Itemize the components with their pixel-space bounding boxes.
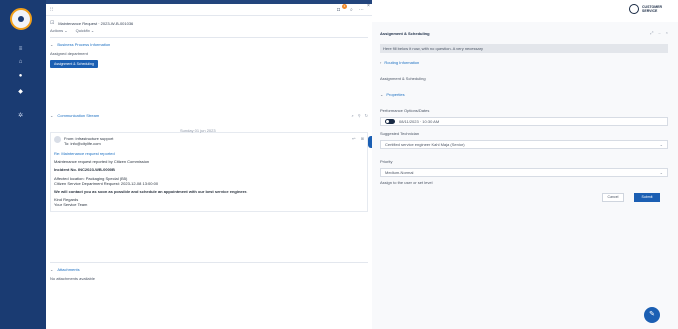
more-icon[interactable]: ⋯ <box>359 7 364 13</box>
person-icon[interactable]: ● <box>17 73 24 79</box>
quickfix-menu[interactable]: Quickfix ⌄ <box>76 28 95 33</box>
filter-icon[interactable]: ⚲ <box>358 113 361 118</box>
brand-logo: CUSTOMER SERVICE <box>629 4 662 14</box>
search-icon[interactable]: ⌕ <box>351 113 353 118</box>
date-field[interactable]: 08/11/2023 · 10:30 AM <box>380 117 668 126</box>
hint-text: Assign to the user or set level <box>380 180 433 185</box>
top-bar: ⁝⁝ <box>46 4 372 16</box>
email-item[interactable]: From: infrastructure support To: info@ci… <box>50 132 368 212</box>
nav-rail: ≡ ⌂ ● ◆ ✲ <box>0 0 46 329</box>
breadcrumb: ⊡ Maintenance Request · 2023-W-B-001036 <box>50 20 368 26</box>
section-title: Routing Information <box>384 60 420 65</box>
priority-select[interactable]: Medium-Normal ⌄ <box>380 168 668 177</box>
date-value: 08/11/2023 · 10:30 AM <box>399 119 440 124</box>
chevron-down-icon: ⌄ <box>380 92 384 97</box>
cancel-button[interactable]: Cancel <box>602 193 624 202</box>
attachments-header[interactable]: ⌄ Attachments <box>50 267 368 272</box>
chat-fab[interactable]: ✎ <box>644 307 660 323</box>
section-title: Attachments <box>57 267 80 272</box>
brand-mark-icon <box>629 4 640 14</box>
grid-icon[interactable]: ⁝⁝ <box>50 7 53 13</box>
home-icon[interactable]: ⌂ <box>17 59 24 65</box>
section-title: Communication Stream <box>57 113 100 118</box>
record-title: Maintenance Request · 2023-W-B-001036 <box>58 20 134 26</box>
back-icon[interactable]: ⊡ <box>50 20 54 26</box>
service-request: Citizen Service Department Request: 2023… <box>54 180 159 186</box>
expand-icon[interactable]: ⊞ <box>361 136 364 141</box>
notification-badge: 1 <box>342 4 347 9</box>
routing-section-header[interactable]: › Routing Information <box>380 60 419 65</box>
app-root: ≡ ⌂ ● ◆ ✲ ⁝⁝ ◘ 1 ⌕ ⋯ ⊡ Maintenance Reque… <box>0 0 678 329</box>
section-title: Properties <box>386 92 405 97</box>
business-process-section: ⌄ Business Process Information Assigned … <box>50 42 368 68</box>
info-bar: Here fill below it now, with no question… <box>380 44 668 53</box>
chevron-right-icon: › <box>380 60 382 65</box>
panel-header: × CUSTOMER SERVICE <box>367 0 678 22</box>
toggle-switch[interactable] <box>385 119 395 124</box>
properties-section-header[interactable]: ⌄ Properties <box>380 92 405 97</box>
email-to: To: info@citylife.com <box>64 141 101 146</box>
panel-window-controls: ⤢ – × <box>650 30 668 35</box>
chevron-down-icon: ⌄ <box>50 42 54 47</box>
email-message: We will contact you as soon as possible … <box>54 189 248 195</box>
attachments-empty: No attachments available <box>50 276 95 281</box>
expand-icon[interactable]: ⤢ <box>650 30 653 35</box>
section-title: Business Process Information <box>57 42 111 47</box>
search-icon[interactable]: ⌕ <box>350 7 353 13</box>
field-label: Priority <box>380 159 393 164</box>
communication-header[interactable]: ⌄ Communication Stream <box>50 113 99 118</box>
record-actions: Actions ⌄ Quickfix ⌄ <box>50 28 94 33</box>
field-label: Suggested Technician <box>380 131 420 136</box>
signature-team: Your Service Team <box>54 202 88 208</box>
avatar <box>54 136 61 143</box>
info-text: Here fill below it now, with no question… <box>383 46 484 51</box>
email-line: Maintenance request reported by Citizen … <box>54 159 150 165</box>
submit-button[interactable]: Submit <box>634 193 660 202</box>
gear-icon[interactable]: ✲ <box>17 113 24 119</box>
refresh-icon[interactable]: ↻ <box>365 113 368 118</box>
chevron-down-icon: ⌄ <box>659 142 663 147</box>
priority-value: Medium-Normal <box>385 170 414 175</box>
chevron-down-icon: ⌄ <box>659 170 663 175</box>
close-icon[interactable]: × <box>666 30 668 35</box>
close-icon[interactable]: × <box>367 3 370 9</box>
assignment-panel: × CUSTOMER SERVICE Assignment & Scheduli… <box>367 0 678 329</box>
communication-section: ⌄ Communication Stream ⌕ ⚲ ↻ Sunday 01 j… <box>50 113 368 212</box>
chevron-down-icon: ⌄ <box>50 267 54 272</box>
field-label: Assignment & Scheduling <box>380 76 426 81</box>
actions-menu[interactable]: Actions ⌄ <box>50 28 68 33</box>
incident-number: Incident No. INC2023-WB-0000B <box>54 167 115 173</box>
technician-value: Certified service engineer Kahl Maja (Se… <box>385 142 465 147</box>
app-logo[interactable] <box>10 8 32 30</box>
record-view: ⁝⁝ ◘ 1 ⌕ ⋯ ⊡ Maintenance Request · 2023-… <box>46 4 375 329</box>
stream-tools: ⌕ ⚲ ↻ <box>351 113 368 118</box>
panel-title: Assignment & Scheduling <box>380 31 430 36</box>
user-icon[interactable]: ◆ <box>17 89 24 95</box>
minimize-icon[interactable]: – <box>658 30 660 35</box>
chat-icon: ✎ <box>649 311 655 318</box>
field-label: Assigned department <box>50 51 88 56</box>
date-separator: Sunday 01 jun 2023 <box>180 128 216 133</box>
chevron-down-icon: ⌄ <box>50 113 54 118</box>
email-subject: Re: Maintenance request reported <box>54 151 115 156</box>
divider <box>50 37 368 38</box>
email-body: Re: Maintenance request reported Mainten… <box>54 151 364 208</box>
menu-icon[interactable]: ≡ <box>17 46 24 52</box>
field-label: Performance Options/Dates <box>380 108 430 113</box>
notifications[interactable]: ◘ 1 <box>337 4 347 14</box>
attachments-section: ⌄ Attachments No attachments available <box>50 267 368 281</box>
technician-select[interactable]: Certified service engineer Kahl Maja (Se… <box>380 140 668 149</box>
reply-icon[interactable]: ↩ <box>352 136 355 141</box>
divider <box>50 262 368 263</box>
business-process-header[interactable]: ⌄ Business Process Information <box>50 42 368 47</box>
bell-icon: ◘ <box>337 7 341 13</box>
assignment-scheduling-button[interactable]: Assignment & Scheduling <box>50 60 98 68</box>
brand-line: SERVICE <box>642 9 658 13</box>
